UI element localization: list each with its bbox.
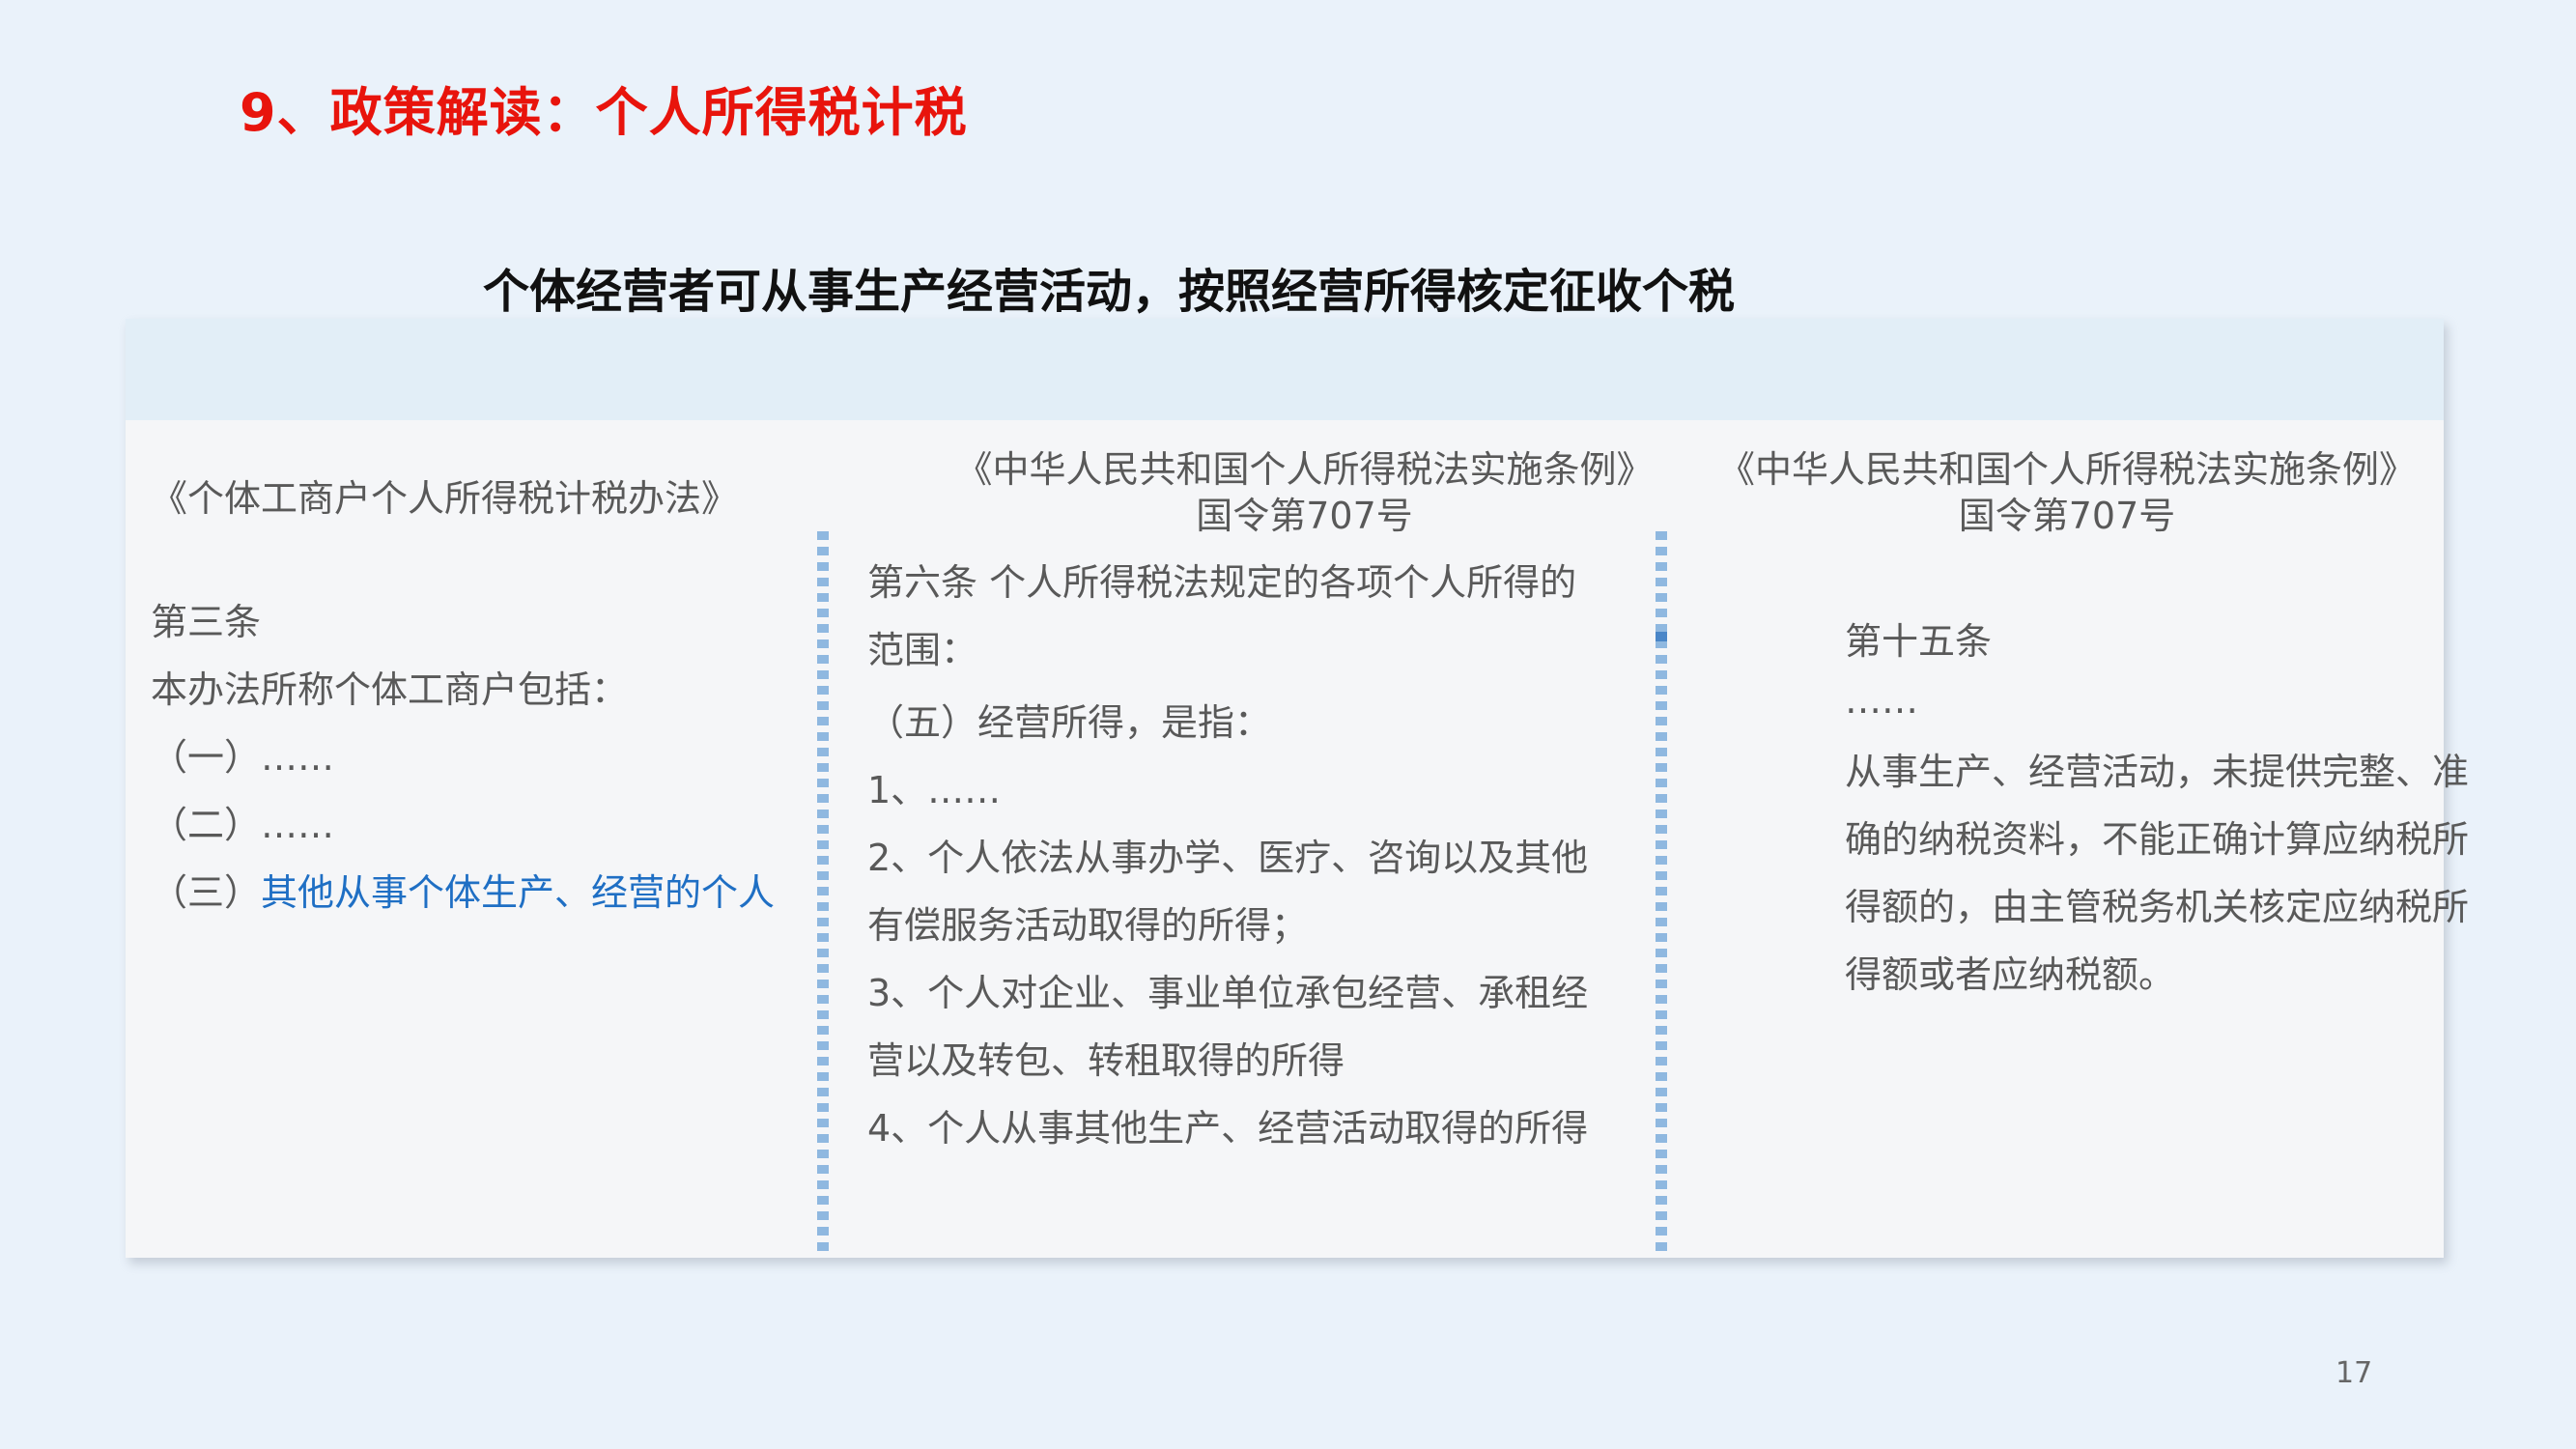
page-number: 17 xyxy=(2335,1356,2373,1390)
body-line: 3、个人对企业、事业单位承包经营、承租经 xyxy=(867,972,1589,1014)
body-line: 第六条 个人所得税法规定的各项个人所得的 xyxy=(867,561,1577,604)
body-line: 范围： xyxy=(867,629,978,671)
slide-subtitle: 个体经营者可从事生产经营活动，按照经营所得核定征收个税 xyxy=(483,265,1736,319)
article-number: 第十五条 xyxy=(1845,620,1993,663)
column-subheading: 国令第707号 xyxy=(1958,495,2176,537)
article-number: 第三条 xyxy=(151,601,262,643)
body-line: 本办法所称个体工商户包括： xyxy=(151,668,629,711)
column-heading: 《中华人民共和国个人所得税法实施条例》 xyxy=(955,448,1654,491)
body-line: （五）经营所得，是指： xyxy=(867,701,1272,744)
column-regulation-1: 《个体工商户个人所得税计税办法》 第三条 本办法所称个体工商户包括： （一）……… xyxy=(151,420,923,1258)
slide-title: 9、政策解读：个人所得税计税 xyxy=(240,82,968,143)
column-heading: 《个体工商户个人所得税计税办法》 xyxy=(151,477,739,520)
item-prefix: （三） xyxy=(151,871,262,914)
content-panel: 《个体工商户个人所得税计税办法》 第三条 本办法所称个体工商户包括： （一）……… xyxy=(126,319,2469,1258)
column-heading: 《中华人民共和国个人所得税法实施条例》 xyxy=(1717,448,2416,491)
body-line: 从事生产、经营活动，未提供完整、准 xyxy=(1845,751,2470,793)
body-line: 有偿服务活动取得的所得； xyxy=(867,904,1309,947)
body-line: 确的纳税资料，不能正确计算应纳税所 xyxy=(1845,818,2470,861)
body-line: 1、…… xyxy=(867,769,1002,811)
body-line-highlighted: （三）其他从事个体生产、经营的个人 xyxy=(151,863,775,916)
column-subheading: 国令第707号 xyxy=(1196,495,1413,537)
slide: 9、政策解读：个人所得税计税 个体经营者可从事生产经营活动，按照经营所得核定征收… xyxy=(0,0,2576,1449)
column-regulation-2: 《中华人民共和国个人所得税法实施条例》 国令第707号 第六条 个人所得税法规定… xyxy=(867,420,1741,1258)
body-line: 2、个人依法从事办学、医疗、咨询以及其他 xyxy=(867,837,1589,879)
column-regulation-3: 《中华人民共和国个人所得税法实施条例》 国令第707号 第十五条 …… 从事生产… xyxy=(1690,420,2469,1258)
body-line: 营以及转包、转租取得的所得 xyxy=(867,1039,1345,1082)
body-line: 得额的，由主管税务机关核定应纳税所 xyxy=(1845,886,2470,928)
divider-accent-mark xyxy=(1656,632,1667,641)
body-line: （二）…… xyxy=(151,804,335,846)
body-line: 4、个人从事其他生产、经营活动取得的所得 xyxy=(867,1107,1589,1150)
body-line: （一）…… xyxy=(151,736,335,779)
column-divider xyxy=(1656,531,1667,1258)
column-divider xyxy=(817,531,829,1258)
body-line: 得额或者应纳税额。 xyxy=(1845,953,2176,996)
highlighted-text: 其他从事个体生产、经营的个人 xyxy=(261,871,776,914)
panel-header-band xyxy=(126,319,2444,420)
body-line: …… xyxy=(1845,679,1918,722)
